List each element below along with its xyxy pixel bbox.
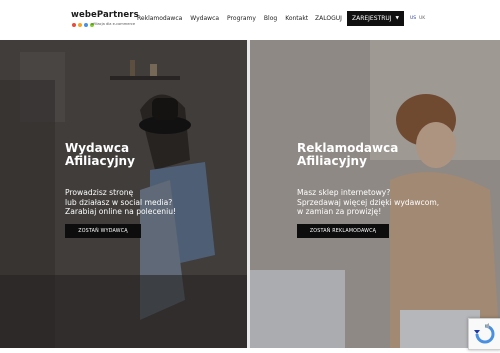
webepartners-logo[interactable]: webePartners afiliacja dla e-commerce: [71, 10, 139, 32]
nav-item-kontakt[interactable]: Kontakt: [285, 15, 308, 22]
hero-advertiser: Reklamodawca Afiliacyjny Masz sklep inte…: [250, 40, 500, 348]
publisher-text-line1: Prowadzisz stronę: [65, 188, 134, 197]
advertiser-text-line1: Masz sklep internetowy?: [297, 188, 391, 197]
become-advertiser-button[interactable]: ZOSTAŃ REKLAMODAWCĄ: [297, 224, 389, 238]
language-us[interactable]: US: [410, 16, 416, 21]
recaptcha-icon: [474, 323, 495, 344]
logo-text: webePartners: [71, 10, 139, 20]
publisher-text-line3: Zarabiaj online na poleceniu!: [65, 207, 177, 216]
become-publisher-button[interactable]: ZOSTAŃ WYDAWCĄ: [65, 224, 141, 238]
register-button[interactable]: ZAREJESTRUJ ▼: [347, 11, 404, 26]
login-link[interactable]: ZALOGUJ: [315, 15, 342, 22]
hero-divider: [247, 40, 250, 348]
advertiser-text-line3: w zamian za prowizję!: [297, 207, 382, 216]
publisher-text: Prowadzisz stronę lub działasz w social …: [65, 188, 176, 217]
register-button-label: ZAREJESTRUJ: [351, 15, 392, 22]
advertiser-title-line2: Afiliacyjny: [297, 154, 367, 168]
advertiser-text-line2: Sprzedawaj więcej dzięki wydawcom,: [297, 197, 440, 207]
nav-item-programy[interactable]: Programy: [227, 15, 256, 22]
advertiser-title: Reklamodawca Afiliacyjny: [297, 142, 398, 168]
publisher-title-line2: Afiliacyjny: [65, 154, 135, 168]
advertiser-text: Masz sklep internetowy? Sprzedawaj więce…: [297, 188, 439, 217]
logo-tagline: afiliacja dla e-commerce: [91, 22, 136, 26]
nav-item-wydawca[interactable]: Wydawca: [190, 15, 219, 22]
nav-item-blog[interactable]: Blog: [264, 15, 277, 22]
language-uk[interactable]: UK: [419, 16, 425, 21]
site-header: webePartners afiliacja dla e-commerce Re…: [0, 0, 500, 40]
publisher-title: Wydawca Afiliacyjny: [65, 142, 135, 168]
caret-down-icon: ▼: [395, 16, 399, 21]
recaptcha-badge[interactable]: [468, 318, 500, 350]
publisher-text-line2: lub działasz w social media?: [65, 197, 173, 207]
main-nav: Reklamodawca Wydawca Programy Blog Konta…: [137, 15, 316, 22]
nav-item-reklamodawca[interactable]: Reklamodawca: [137, 15, 182, 22]
hero-publisher: Wydawca Afiliacyjny Prowadzisz stronę lu…: [0, 40, 250, 348]
